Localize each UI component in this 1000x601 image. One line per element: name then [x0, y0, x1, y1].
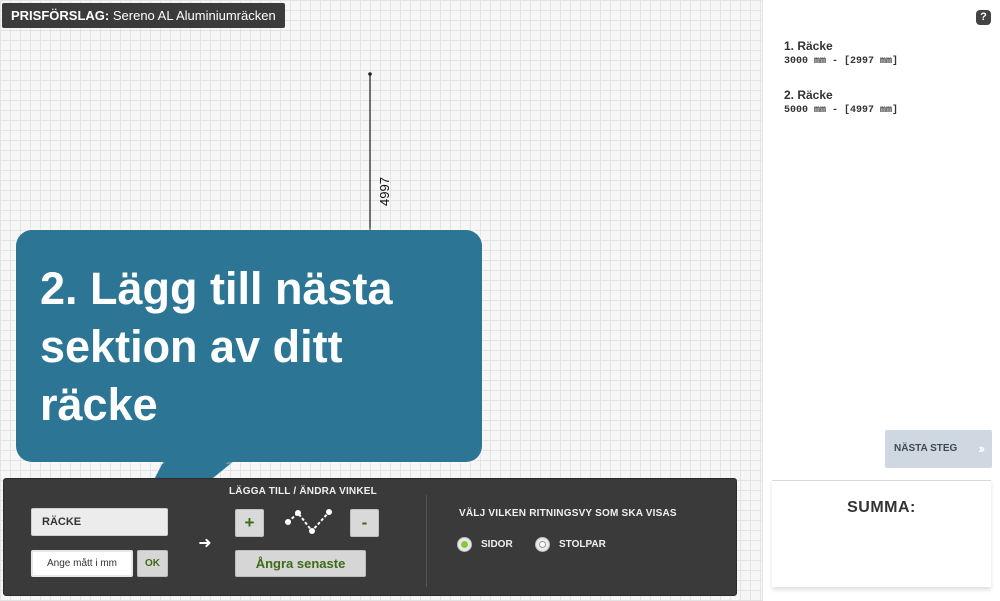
view-option-sidor-label: SIDOR: [481, 538, 513, 550]
chevron-right-icon: ››: [978, 441, 985, 456]
view-option-stolpar-label: STOLPAR: [559, 538, 606, 550]
instruction-callout: 2. Lägg till nästa sektion av ditt räcke: [16, 230, 482, 462]
callout-text: 2. Lägg till nästa sektion av ditt räcke: [40, 263, 393, 430]
next-step-button[interactable]: NÄSTA STEG ››: [885, 430, 992, 468]
railing-item-name: 1. Räcke: [784, 39, 833, 53]
bottom-toolbar: RÄCKE OK ➜ LÄGGA TILL / ÄNDRA VINKEL + -…: [3, 478, 737, 596]
radio-selected-icon[interactable]: [457, 536, 472, 552]
railing-type-button[interactable]: RÄCKE: [31, 508, 168, 536]
railing-item-name: 2. Räcke: [784, 88, 833, 102]
railing-item-dims: 5000 mm - [4997 mm]: [784, 105, 899, 116]
ok-button[interactable]: OK: [137, 550, 168, 577]
measure-input[interactable]: [31, 550, 133, 577]
sum-label: SUMMA:: [847, 499, 916, 516]
railing-item-dims: 3000 mm - [2997 mm]: [784, 56, 899, 67]
undo-button[interactable]: Ångra senaste: [235, 550, 366, 577]
help-icon[interactable]: ?: [976, 10, 991, 25]
view-option-stolpar[interactable]: STOLPAR: [535, 536, 606, 552]
remove-section-button[interactable]: -: [350, 509, 379, 537]
view-heading: VÄLJ VILKEN RITNINGSVY SOM SKA VISAS: [459, 508, 677, 519]
add-section-button[interactable]: +: [235, 509, 264, 537]
summary-sidebar: ? 1. Räcke 3000 mm - [2997 mm] 2. Räcke …: [762, 0, 1000, 601]
quote-title-product: Sereno AL Aluminiumräcken: [112, 8, 276, 23]
sum-box: SUMMA:: [772, 480, 991, 587]
next-step-label: NÄSTA STEG: [894, 443, 958, 454]
view-option-sidor[interactable]: SIDOR: [457, 536, 513, 552]
quote-title-prefix: PRISFÖRSLAG:: [11, 8, 110, 23]
toolbar-divider: [426, 495, 427, 587]
dimension-label: 4997: [376, 176, 392, 206]
radio-unselected-icon[interactable]: [535, 536, 550, 552]
railing-item-1[interactable]: 1. Räcke 3000 mm - [2997 mm]: [784, 39, 898, 67]
angle-icon[interactable]: [284, 507, 334, 537]
arrow-right-icon: ➜: [198, 535, 212, 552]
add-angle-heading: LÄGGA TILL / ÄNDRA VINKEL: [229, 486, 377, 497]
quote-title-bar: PRISFÖRSLAG: Sereno AL Aluminiumräcken: [2, 3, 285, 28]
railing-item-2[interactable]: 2. Räcke 5000 mm - [4997 mm]: [784, 88, 898, 116]
